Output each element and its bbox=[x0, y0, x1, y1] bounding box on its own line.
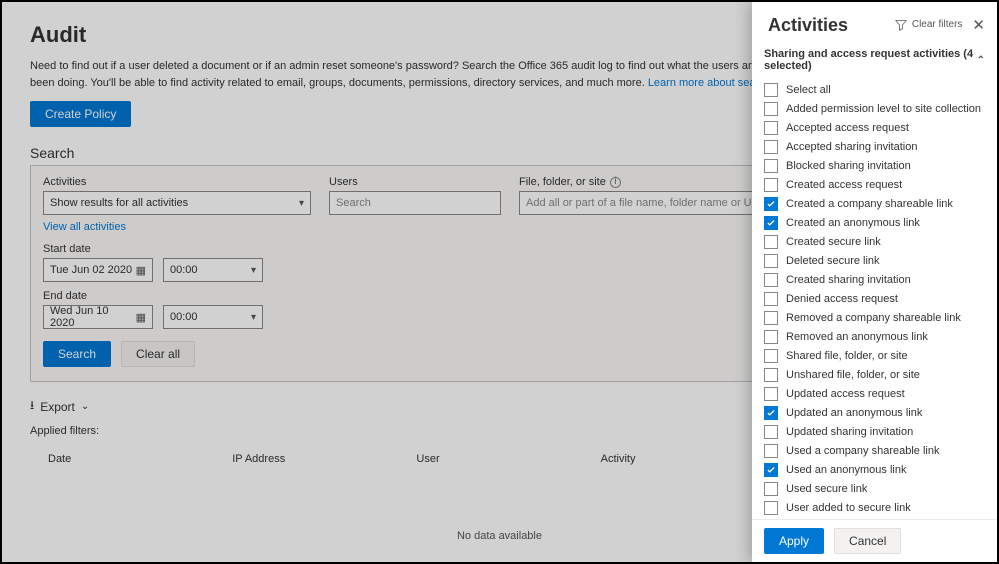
checkbox-checked-icon[interactable] bbox=[764, 216, 778, 230]
activity-option-label: Added permission level to site collectio… bbox=[786, 103, 981, 115]
checkbox-checked-icon[interactable] bbox=[764, 197, 778, 211]
activity-option-label: Used secure link bbox=[786, 483, 867, 495]
activity-option[interactable]: Used an anonymous link bbox=[764, 460, 985, 479]
activity-option[interactable]: Removed an anonymous link bbox=[764, 327, 985, 346]
apply-button[interactable]: Apply bbox=[764, 528, 824, 554]
checkbox-icon[interactable] bbox=[764, 178, 778, 192]
activity-option-label: Deleted secure link bbox=[786, 255, 880, 267]
filter-icon bbox=[895, 19, 907, 31]
activity-option[interactable]: Accepted sharing invitation bbox=[764, 137, 985, 156]
activity-option[interactable]: Blocked sharing invitation bbox=[764, 156, 985, 175]
activity-group-label: Sharing and access request activities (4… bbox=[764, 48, 977, 72]
activity-option[interactable]: Used a company shareable link bbox=[764, 441, 985, 460]
activity-option[interactable]: Shared file, folder, or site bbox=[764, 346, 985, 365]
activity-option-label: Accepted sharing invitation bbox=[786, 141, 917, 153]
activity-option-label: User added to secure link bbox=[786, 502, 911, 514]
activity-option[interactable]: User added to secure link bbox=[764, 498, 985, 517]
checkbox-icon[interactable] bbox=[764, 311, 778, 325]
activity-option-label: Created sharing invitation bbox=[786, 274, 911, 286]
checkbox-icon[interactable] bbox=[764, 235, 778, 249]
activity-option-label: Removed an anonymous link bbox=[786, 331, 928, 343]
checkbox-checked-icon[interactable] bbox=[764, 463, 778, 477]
checkbox-checked-icon[interactable] bbox=[764, 406, 778, 420]
clear-filters-button[interactable]: Clear filters bbox=[895, 19, 963, 31]
checkbox-icon[interactable] bbox=[764, 102, 778, 116]
activity-option-label: Used an anonymous link bbox=[786, 464, 906, 476]
activity-option[interactable]: Removed a company shareable link bbox=[764, 308, 985, 327]
activity-option[interactable]: Accepted access request bbox=[764, 118, 985, 137]
activity-option[interactable]: Created access request bbox=[764, 175, 985, 194]
activity-option[interactable]: Created secure link bbox=[764, 232, 985, 251]
activity-option-label: Blocked sharing invitation bbox=[786, 160, 911, 172]
activities-panel: Activities Clear filters ✕ Sharing and a… bbox=[752, 2, 997, 562]
activity-option-label: Select all bbox=[786, 84, 831, 96]
activity-option[interactable]: Added permission level to site collectio… bbox=[764, 99, 985, 118]
close-icon[interactable]: ✕ bbox=[970, 14, 987, 36]
activity-option-label: Removed a company shareable link bbox=[786, 312, 961, 324]
checkbox-icon[interactable] bbox=[764, 121, 778, 135]
activity-option-label: Updated access request bbox=[786, 388, 905, 400]
chevron-up-icon: ⌃ bbox=[977, 55, 985, 66]
activity-option[interactable]: Created sharing invitation bbox=[764, 270, 985, 289]
activity-option-label: Unshared file, folder, or site bbox=[786, 369, 920, 381]
activity-option[interactable]: Created a company shareable link bbox=[764, 194, 985, 213]
activity-option-label: Shared file, folder, or site bbox=[786, 350, 908, 362]
activity-option-label: Updated an anonymous link bbox=[786, 407, 922, 419]
activity-option-label: Created access request bbox=[786, 179, 902, 191]
activity-option-label: Denied access request bbox=[786, 293, 898, 305]
activity-options-list: Select all Added permission level to site… bbox=[752, 78, 997, 519]
activity-option[interactable]: Unshared file, folder, or site bbox=[764, 365, 985, 384]
checkbox-icon[interactable] bbox=[764, 159, 778, 173]
checkbox-icon[interactable] bbox=[764, 273, 778, 287]
activity-option[interactable]: Updated an anonymous link bbox=[764, 403, 985, 422]
checkbox-icon[interactable] bbox=[764, 83, 778, 97]
checkbox-icon[interactable] bbox=[764, 349, 778, 363]
activity-option-label: Created an anonymous link bbox=[786, 217, 920, 229]
activity-group-header[interactable]: Sharing and access request activities (4… bbox=[752, 42, 997, 78]
checkbox-icon[interactable] bbox=[764, 482, 778, 496]
checkbox-icon[interactable] bbox=[764, 140, 778, 154]
checkbox-icon[interactable] bbox=[764, 330, 778, 344]
activity-option[interactable]: Updated sharing invitation bbox=[764, 422, 985, 441]
checkbox-icon[interactable] bbox=[764, 444, 778, 458]
activity-option-label: Updated sharing invitation bbox=[786, 426, 913, 438]
cancel-button[interactable]: Cancel bbox=[834, 528, 901, 554]
activity-option-label: Used a company shareable link bbox=[786, 445, 939, 457]
activity-option-label: Accepted access request bbox=[786, 122, 909, 134]
checkbox-icon[interactable] bbox=[764, 425, 778, 439]
checkbox-icon[interactable] bbox=[764, 368, 778, 382]
activity-option[interactable]: Select all bbox=[764, 80, 985, 99]
activity-option-label: Created secure link bbox=[786, 236, 881, 248]
checkbox-icon[interactable] bbox=[764, 501, 778, 515]
checkbox-icon[interactable] bbox=[764, 387, 778, 401]
activity-option[interactable]: Denied access request bbox=[764, 289, 985, 308]
activity-option[interactable]: Used secure link bbox=[764, 479, 985, 498]
checkbox-icon[interactable] bbox=[764, 292, 778, 306]
activity-option[interactable]: Created an anonymous link bbox=[764, 213, 985, 232]
panel-title: Activities bbox=[762, 15, 848, 36]
activity-option[interactable]: Deleted secure link bbox=[764, 251, 985, 270]
checkbox-icon[interactable] bbox=[764, 254, 778, 268]
clear-filters-label: Clear filters bbox=[912, 20, 963, 30]
activity-option-label: Created a company shareable link bbox=[786, 198, 953, 210]
activity-option[interactable]: Updated access request bbox=[764, 384, 985, 403]
